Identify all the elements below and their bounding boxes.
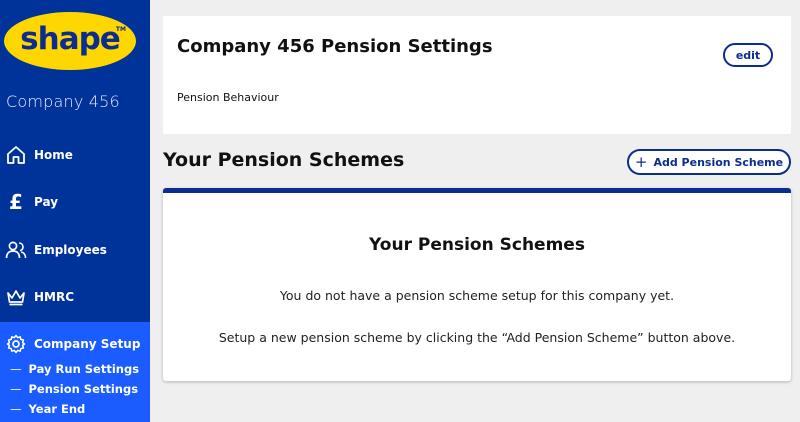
sidebar-subitem-pension-settings[interactable]: — Pension Settings xyxy=(10,382,138,396)
pension-behaviour-label: Pension Behaviour xyxy=(177,91,279,104)
logo-text: shape xyxy=(20,21,121,57)
pension-settings-card: Company 456 Pension Settings edit Pensio… xyxy=(163,16,791,134)
plus-icon: + xyxy=(634,152,648,171)
sidebar-item-label: Pay xyxy=(34,195,59,209)
pension-schemes-card: Your Pension Schemes You do not have a p… xyxy=(163,188,791,381)
sidebar-item-label: Home xyxy=(34,148,73,162)
sidebar-subitem-label: Pay Run Settings xyxy=(28,362,140,376)
sidebar-item-label: HMRC xyxy=(34,290,75,304)
add-pension-scheme-label: Add Pension Scheme xyxy=(653,155,784,169)
sidebar-item-home[interactable]: Home xyxy=(0,133,150,177)
sidebar-item-hmrc[interactable]: HMRC xyxy=(0,275,150,319)
page-title: Company 456 Pension Settings xyxy=(177,36,493,57)
sidebar-subitem-label: Year End xyxy=(28,402,86,416)
logo[interactable]: shape TM xyxy=(4,12,136,70)
sidebar-subitem-label: Pension Settings xyxy=(28,382,139,396)
edit-button[interactable]: edit xyxy=(723,43,773,67)
people-icon xyxy=(5,239,27,261)
add-pension-scheme-button[interactable]: + Add Pension Scheme xyxy=(627,149,791,175)
sub-dash: — xyxy=(10,402,22,416)
gear-icon xyxy=(5,333,27,355)
help-message: Setup a new pension scheme by clicking t… xyxy=(218,330,736,345)
crown-icon xyxy=(5,286,27,308)
sidebar-item-pay[interactable]: £ Pay xyxy=(0,180,150,224)
sidebar-item-label: Company Setup xyxy=(34,337,141,351)
shape-logo: shape TM xyxy=(4,12,136,70)
sub-dash: — xyxy=(10,382,22,396)
sidebar-subitem-year-end[interactable]: — Year End xyxy=(10,402,85,416)
sidebar: shape TM Company 456 Home £ Pay Employee… xyxy=(0,0,150,422)
home-icon xyxy=(5,144,27,166)
pound-icon: £ xyxy=(9,190,23,214)
sub-dash: — xyxy=(10,362,22,376)
empty-state-message: You do not have a pension scheme setup f… xyxy=(279,288,675,303)
logo-trademark: TM xyxy=(115,26,126,33)
sidebar-item-company-setup[interactable]: Company Setup xyxy=(0,322,150,366)
company-name: Company 456 xyxy=(6,92,120,111)
sidebar-item-label: Employees xyxy=(34,243,107,257)
schemes-section-heading: Your Pension Schemes xyxy=(163,149,405,171)
company-setup-section: Company Setup — Pay Run Settings — Pensi… xyxy=(0,322,150,422)
schemes-card-heading: Your Pension Schemes xyxy=(369,235,585,255)
sidebar-item-employees[interactable]: Employees xyxy=(0,228,150,272)
sidebar-subitem-pay-run-settings[interactable]: — Pay Run Settings xyxy=(10,362,139,376)
